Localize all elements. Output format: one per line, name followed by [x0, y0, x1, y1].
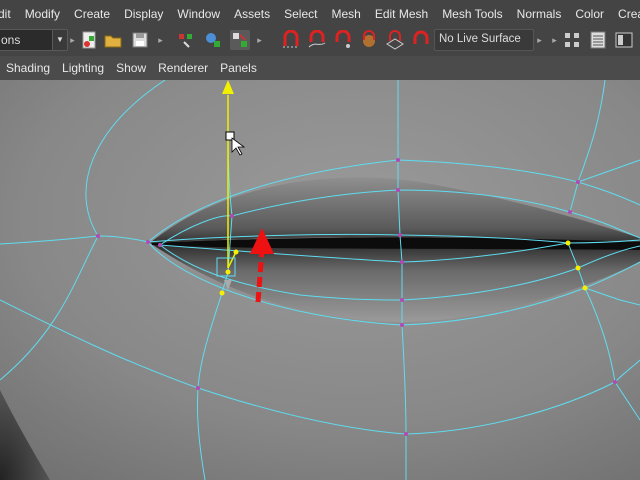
- menu-modify[interactable]: Modify: [18, 0, 67, 28]
- menu-create-uvs[interactable]: Create UVs: [611, 0, 640, 28]
- menu-set-value: ons: [1, 33, 21, 47]
- snap-to-grid-icon[interactable]: [281, 30, 301, 50]
- live-surface-label: No Live Surface: [439, 33, 521, 45]
- toolbar-collapse-icon[interactable]: ▸: [552, 31, 557, 49]
- menu-assets[interactable]: Assets: [227, 0, 277, 28]
- menu-display[interactable]: Display: [117, 0, 170, 28]
- toolbar-collapse-icon[interactable]: ▸: [158, 31, 163, 49]
- menu-edit-mesh[interactable]: Edit Mesh: [368, 0, 435, 28]
- viewport-3d[interactable]: [0, 80, 640, 480]
- select-by-component-icon[interactable]: [230, 30, 250, 50]
- panel-menu-shading[interactable]: Shading: [0, 61, 56, 75]
- make-live-icon[interactable]: [411, 30, 431, 50]
- save-scene-icon[interactable]: [130, 30, 150, 50]
- snap-to-view-plane-icon[interactable]: [385, 30, 405, 50]
- menu-window[interactable]: Window: [170, 0, 227, 28]
- toolbar-collapse-icon[interactable]: ▸: [70, 31, 75, 49]
- mesh-viewport-canvas[interactable]: [0, 80, 640, 480]
- render-settings-icon[interactable]: [588, 30, 608, 50]
- new-scene-icon[interactable]: [79, 30, 99, 50]
- menu-edit[interactable]: dit: [0, 0, 18, 28]
- open-scene-icon[interactable]: [103, 30, 123, 50]
- panel-menu-renderer[interactable]: Renderer: [152, 61, 214, 75]
- toolbar-collapse-icon[interactable]: ▸: [537, 31, 542, 49]
- menu-set-selector[interactable]: ons ▼: [0, 29, 68, 51]
- panel-menu-panels[interactable]: Panels: [214, 61, 263, 75]
- panel-menubar: Shading Lighting Show Renderer Panels: [0, 56, 640, 80]
- select-by-hierarchy-icon[interactable]: [176, 30, 196, 50]
- menu-create[interactable]: Create: [67, 0, 117, 28]
- select-by-object-icon[interactable]: [203, 30, 223, 50]
- menu-normals[interactable]: Normals: [510, 0, 569, 28]
- snap-to-point-icon[interactable]: [333, 30, 353, 50]
- snap-to-curve-icon[interactable]: [307, 30, 327, 50]
- status-line-toolbar: ons ▼ ▸ ▸ ▸ No Live Surface ▸ ▸: [0, 28, 640, 54]
- menu-select[interactable]: Select: [277, 0, 324, 28]
- live-surface-field[interactable]: No Live Surface: [434, 29, 534, 51]
- menu-mesh-tools[interactable]: Mesh Tools: [435, 0, 509, 28]
- menu-color[interactable]: Color: [568, 0, 611, 28]
- dropdown-arrow-icon[interactable]: ▼: [52, 30, 67, 50]
- menu-mesh[interactable]: Mesh: [324, 0, 367, 28]
- toolbar-collapse-icon[interactable]: ▸: [257, 31, 262, 49]
- panel-menu-show[interactable]: Show: [110, 61, 152, 75]
- render-view-icon[interactable]: [614, 30, 634, 50]
- panel-menu-lighting[interactable]: Lighting: [56, 61, 110, 75]
- snap-to-projected-center-icon[interactable]: [359, 30, 379, 50]
- history-icon[interactable]: [562, 30, 582, 50]
- main-menubar: dit Modify Create Display Window Assets …: [0, 0, 640, 28]
